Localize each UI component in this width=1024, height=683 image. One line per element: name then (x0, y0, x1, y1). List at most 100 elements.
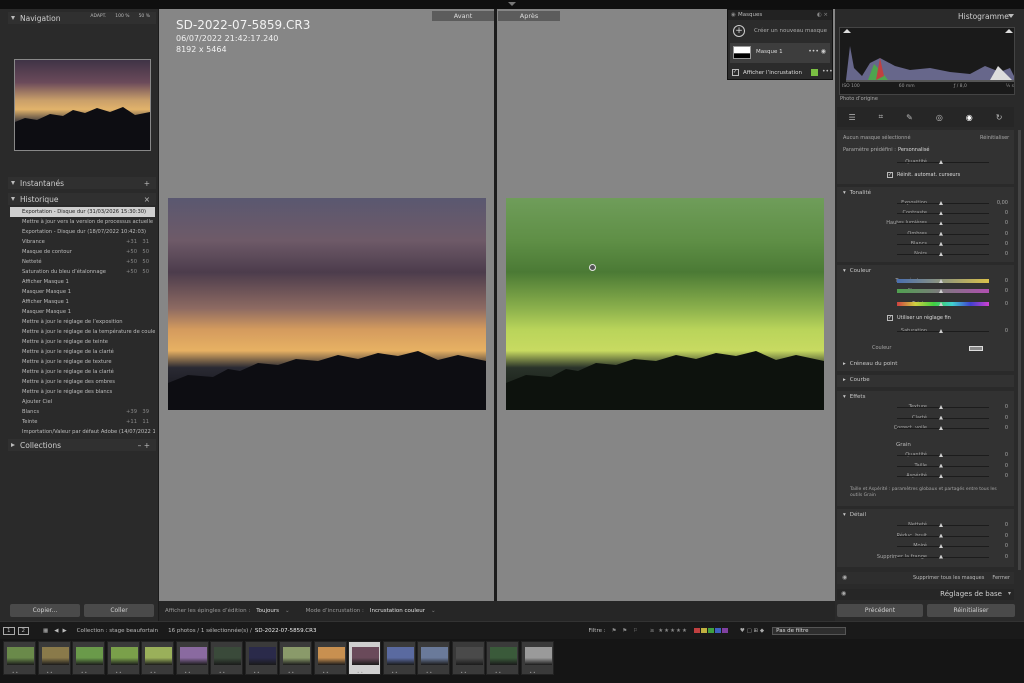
add-snapshot-icon[interactable]: + (144, 179, 150, 188)
filmstrip-thumbnail[interactable]: • • (382, 641, 416, 675)
screen-2-button[interactable]: 2 (17, 626, 29, 635)
filmstrip-thumbnail[interactable]: • • (348, 641, 381, 675)
create-mask-button[interactable]: Créer un nouveau masque (754, 28, 827, 34)
slider[interactable]: Nuance0 (837, 287, 1014, 296)
right-scrollbar[interactable] (1018, 130, 1021, 570)
history-item[interactable]: Saturation du bleu d’étalonnage +50 50 (10, 267, 155, 277)
zoom-100[interactable]: 100 % (115, 14, 129, 19)
filmstrip-thumbnail[interactable]: • • (417, 641, 450, 675)
slider[interactable]: Supprimer la frange0 (837, 553, 1014, 562)
history-item[interactable]: Netteté +50 50 (10, 257, 155, 267)
slider-value[interactable]: 0 (1005, 415, 1008, 421)
slider-value[interactable]: 0 (1005, 533, 1008, 539)
history-item[interactable]: Mettre à jour le réglage de la clarté (10, 367, 155, 377)
history-item[interactable]: Vibrance +31 31 (10, 237, 155, 247)
photo-after[interactable] (506, 198, 824, 410)
collections-header[interactable]: Collections – + (8, 439, 156, 451)
slider[interactable]: Clarté0 (837, 414, 1014, 423)
histogram-toggle-icon[interactable] (1008, 14, 1014, 18)
history-item[interactable]: Exportation - Disque dur (31/03/2026 15:… (10, 207, 155, 217)
reglages-header[interactable]: ◉ Réglages de base ▾ (837, 589, 1014, 600)
history-item[interactable]: Mettre à jour vers la version de process… (10, 217, 155, 227)
filmstrip-thumbnail[interactable]: • • (451, 641, 485, 675)
slider-value[interactable]: 0 (1005, 231, 1008, 237)
filmstrip-thumbnail[interactable]: • • (520, 641, 554, 675)
rating-stars[interactable]: ≥ ★★★★★ (650, 628, 688, 634)
filter-icons[interactable]: ♥ ▢ ⊞ ◆ (740, 628, 764, 634)
mask-pin-icon[interactable] (589, 264, 596, 271)
overlay-color-swatch[interactable] (811, 69, 818, 76)
zoom-fit[interactable]: ADAPT. (90, 14, 106, 19)
eye-icon[interactable]: ◉ (842, 574, 847, 581)
detail-header[interactable]: ▾ Détail (843, 512, 866, 518)
slider-value[interactable]: 0 (1005, 452, 1008, 458)
history-item[interactable]: Mettre à jour le réglage de l’exposition (10, 317, 155, 327)
slider[interactable]: Ombres0 (837, 230, 1014, 239)
history-item[interactable]: Mettre à jour le réglage des blancs (10, 387, 155, 397)
slider[interactable]: Teinte0 (837, 300, 1014, 309)
filmstrip-thumbnail[interactable]: • • (210, 641, 243, 675)
redeye-icon[interactable]: ◎ (936, 113, 943, 122)
history-item[interactable]: Blancs +39 39 (10, 407, 155, 417)
quantite-slider[interactable]: Quantité (837, 158, 1014, 167)
color-swatch[interactable] (969, 346, 983, 351)
color-labels[interactable] (693, 628, 728, 633)
collapse-top-icon[interactable] (508, 2, 516, 6)
filmstrip-thumbnail[interactable]: • • (486, 641, 519, 675)
presets-icon[interactable]: ↻ (996, 113, 1003, 122)
blue-label[interactable] (714, 628, 721, 633)
slider[interactable]: Température0 (837, 277, 1014, 286)
copier-button[interactable]: Copier... (10, 604, 80, 617)
purple-label[interactable] (721, 628, 728, 633)
photo-before[interactable] (168, 198, 486, 410)
filmstrip-thumbnail[interactable]: • • (3, 641, 36, 675)
reset-button[interactable]: Réinitialiser (927, 604, 1015, 617)
forward-icon[interactable]: ▶ (62, 628, 66, 634)
crop-icon[interactable]: ⌗ (879, 112, 884, 122)
reinit-auto-checkbox[interactable]: ✓ (887, 172, 893, 178)
slider[interactable]: Quantité0 (837, 451, 1014, 460)
add-collection-icon[interactable]: – + (138, 441, 150, 450)
filmstrip-thumbnail[interactable]: • • (37, 641, 71, 675)
history-item[interactable]: Mettre à jour le réglage de texture (10, 357, 155, 367)
historique-header[interactable]: Historique × (8, 193, 156, 205)
delete-masks-button[interactable]: Supprimer tous les masques (913, 575, 984, 581)
slider-value[interactable]: 0 (1005, 463, 1008, 469)
slider-value[interactable]: 0 (1005, 473, 1008, 479)
slider[interactable]: Netteté0 (837, 521, 1014, 530)
slider-value[interactable]: 0 (1005, 522, 1008, 528)
heal-icon[interactable]: ✎ (906, 113, 913, 122)
slider-value[interactable]: 0 (1005, 288, 1008, 294)
slider-value[interactable]: 0 (1005, 404, 1008, 410)
overlay-options-icon[interactable]: ••• (822, 68, 833, 75)
adjust-icon[interactable]: ☰ (848, 113, 855, 122)
filter-select[interactable]: Pas de filtre (772, 626, 847, 635)
mask-1-options-icon[interactable]: ••• ◉ (808, 48, 826, 55)
history-item[interactable]: Mettre à jour le réglage des ombres (10, 377, 155, 387)
history-item[interactable]: Masquer Masque 1 (10, 287, 155, 297)
slider[interactable]: Correct. voile0 (837, 424, 1014, 433)
history-item[interactable]: Exportation - Disque dur (18/07/2022 10:… (10, 227, 155, 237)
effets-header[interactable]: ▾ Effets (843, 394, 865, 400)
history-item[interactable]: Mettre à jour le réglage de la températu… (10, 327, 155, 337)
slider-value[interactable]: 0 (1005, 554, 1008, 560)
filmstrip-thumbnail[interactable]: • • (244, 641, 278, 675)
red-label[interactable] (693, 628, 700, 633)
slider-value[interactable]: 0 (1005, 543, 1008, 549)
courbe-header[interactable]: ▸ Courbe (843, 377, 870, 383)
slider[interactable]: Blancs0 (837, 240, 1014, 249)
fine-adjust-checkbox[interactable]: ✓ (887, 315, 893, 321)
photo-origine-label[interactable]: Photo d’origine (840, 96, 878, 102)
precedent-button[interactable]: Précédent (837, 604, 923, 617)
history-item[interactable]: Ajouter Ciel (10, 397, 155, 407)
instantanes-header[interactable]: Instantanés + (8, 177, 156, 189)
close-masks-button[interactable]: Fermer (992, 575, 1010, 581)
slider-value[interactable]: 0,00 (997, 200, 1008, 206)
slider[interactable]: Réduc. bruit0 (837, 532, 1014, 541)
history-item[interactable]: Afficher Masque 1 (10, 297, 155, 307)
history-item[interactable]: Mettre à jour le réglage de teinte (10, 337, 155, 347)
close-icon[interactable]: ◐ × (817, 10, 828, 20)
overlay-checkbox[interactable]: ✓ (732, 69, 739, 76)
filmstrip-thumbnail[interactable]: • • (313, 641, 347, 675)
filmstrip-thumbnail[interactable]: • • (106, 641, 140, 675)
